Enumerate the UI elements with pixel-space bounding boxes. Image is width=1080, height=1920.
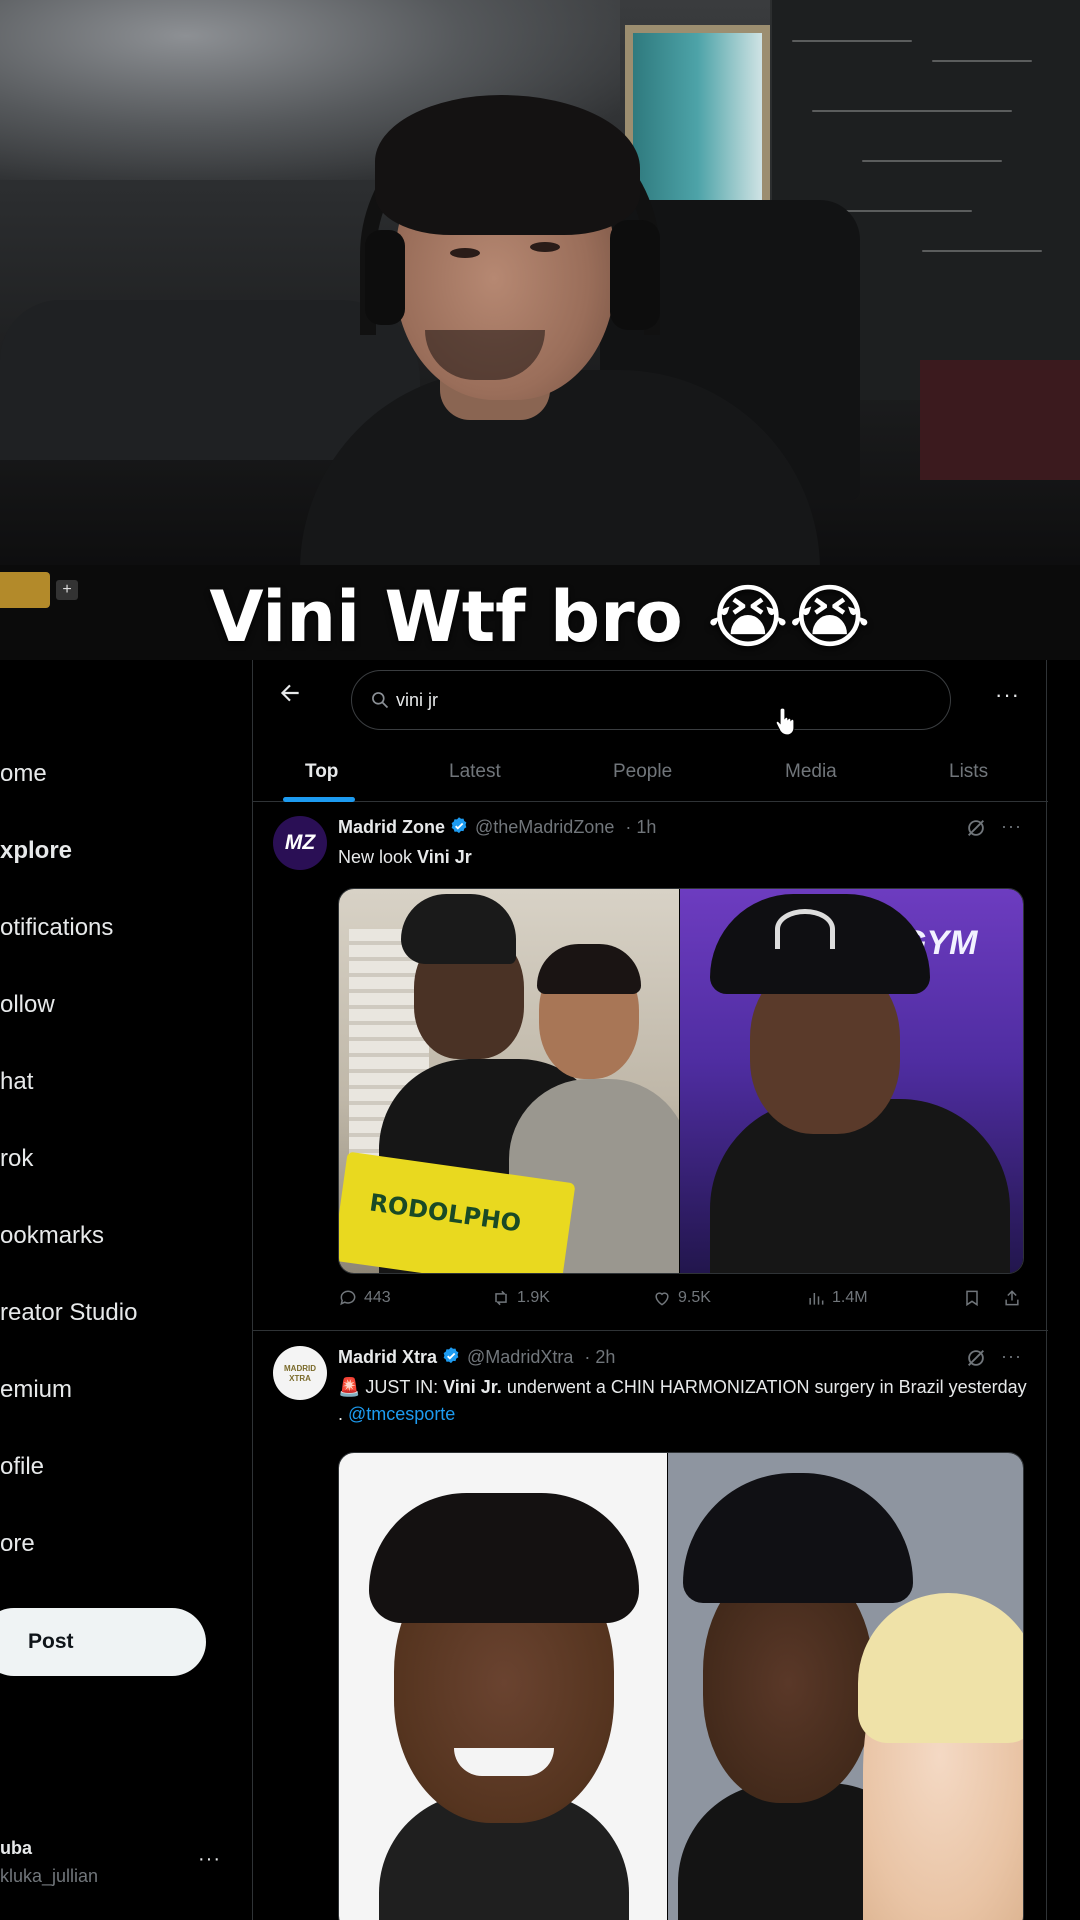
account-more-icon[interactable]: ··· [198, 1848, 221, 1871]
tweet-more-icon[interactable]: ··· [1001, 816, 1022, 837]
post-button[interactable]: Post [0, 1608, 206, 1676]
search-input[interactable] [396, 685, 916, 715]
repost-icon [495, 1290, 507, 1306]
tweet-actions: 443 1.9K 9.5K 1.4M [338, 1288, 1028, 1318]
account-handle[interactable]: kluka_jullian [0, 1866, 98, 1887]
video-caption: Vini Wtf bro 😭😭 [209, 576, 871, 658]
search-bar[interactable] [351, 670, 951, 730]
tweet-text-bold: Vini Jr [417, 847, 472, 867]
like-button[interactable]: 9.5K [652, 1288, 711, 1308]
sidebar-item-premium[interactable]: emium [0, 1376, 72, 1404]
media-image-right[interactable]: GYM [680, 889, 1023, 1273]
search-icon [372, 692, 389, 709]
sidebar-item-grok[interactable]: rok [0, 1145, 33, 1173]
grok-icon[interactable] [965, 817, 987, 839]
author-handle[interactable]: @MadridXtra [467, 1347, 573, 1367]
headphone-left-cup [365, 230, 405, 325]
tweet-text-part: New look [338, 847, 418, 867]
reply-count: 443 [364, 1289, 391, 1306]
sidebar-item-notifications[interactable]: otifications [0, 914, 113, 942]
author-name[interactable]: Madrid Zone [338, 817, 445, 837]
share-icon [1005, 1290, 1019, 1306]
sidebar-item-bookmarks[interactable]: ookmarks [0, 1222, 104, 1250]
mouse-cursor-icon [776, 707, 795, 736]
reply-icon [340, 1290, 356, 1306]
reply-button[interactable]: 443 [338, 1288, 391, 1308]
tweet[interactable]: MADRID XTRA Madrid Xtra @MadridXtra · 2h … [253, 1332, 1048, 1920]
bookmark-button[interactable] [962, 1288, 982, 1308]
webcam-feed [0, 0, 1080, 565]
tab-top[interactable]: Top [305, 742, 338, 802]
search-tabs: Top Latest People Media Lists [253, 742, 1048, 802]
tweet-text-part: JUST IN: [360, 1377, 444, 1397]
tweet-author[interactable]: Madrid Xtra @MadridXtra · 2h [338, 1346, 615, 1368]
repost-count: 1.9K [517, 1289, 550, 1306]
sidebar: ome xplore otifications ollow hat rok oo… [0, 660, 252, 1920]
views-button[interactable]: 1.4M [806, 1288, 868, 1308]
window [625, 25, 770, 210]
siren-emoji: 🚨 [338, 1377, 361, 1397]
avatar[interactable]: MZ [273, 816, 327, 870]
grok-icon[interactable] [965, 1347, 987, 1369]
tweet-media[interactable] [338, 1452, 1024, 1920]
tweet-media[interactable]: RODOLPHO GYM [338, 888, 1024, 1274]
tab-lists[interactable]: Lists [949, 742, 988, 802]
media-image-left[interactable] [339, 1453, 667, 1920]
tab-latest[interactable]: Latest [449, 742, 501, 802]
author-name[interactable]: Madrid Xtra [338, 1347, 437, 1367]
sidebar-item-explore[interactable]: xplore [0, 837, 72, 865]
sidebar-item-follow[interactable]: ollow [0, 991, 55, 1019]
repost-button[interactable]: 1.9K [491, 1288, 550, 1308]
more-options-icon[interactable]: ··· [995, 682, 1020, 708]
tweet-author[interactable]: Madrid Zone @theMadridZone · 1h [338, 816, 656, 838]
tweet-more-icon[interactable]: ··· [1001, 1346, 1022, 1367]
verified-badge-icon [451, 817, 467, 834]
account-name[interactable]: uba [0, 1838, 32, 1859]
sidebar-item-more[interactable]: ore [0, 1530, 35, 1558]
x-app-window: ome xplore otifications ollow hat rok oo… [0, 660, 1080, 1920]
shelf [920, 360, 1080, 480]
share-button[interactable] [1002, 1288, 1022, 1308]
sidebar-item-home[interactable]: ome [0, 760, 47, 788]
tab-media[interactable]: Media [785, 742, 837, 802]
views-count: 1.4M [832, 1289, 868, 1306]
tweet-text: New look Vini Jr [338, 844, 1028, 871]
views-icon [809, 1293, 824, 1305]
tweet-divider [253, 1330, 1048, 1331]
sidebar-item-creator-studio[interactable]: reator Studio [0, 1299, 137, 1327]
tweet-text-bold: Vini Jr. [443, 1377, 502, 1397]
sidebar-item-chat[interactable]: hat [0, 1068, 33, 1096]
tweet-time[interactable]: · 1h [625, 817, 656, 837]
person-hair [375, 95, 640, 235]
bookmark-icon [966, 1290, 978, 1307]
mention-link[interactable]: @tmcesporte [348, 1404, 455, 1424]
tweet-text: 🚨 JUST IN: Vini Jr. underwent a CHIN HAR… [338, 1374, 1028, 1428]
headphone-right-cup [610, 220, 660, 330]
tweet-time[interactable]: · 2h [584, 1347, 615, 1367]
avatar[interactable]: MADRID XTRA [273, 1346, 327, 1400]
like-count: 9.5K [678, 1289, 711, 1306]
back-arrow-icon[interactable] [277, 680, 305, 708]
author-handle[interactable]: @theMadridZone [475, 817, 614, 837]
sidebar-item-profile[interactable]: ofile [0, 1453, 44, 1481]
tweet[interactable]: MZ Madrid Zone @theMadridZone · 1h ··· Ne… [253, 802, 1048, 1328]
search-results-column: ··· Top Latest People Media Lists MZ Mad… [252, 660, 1048, 1920]
verified-badge-icon [443, 1347, 459, 1364]
heart-icon [655, 1292, 669, 1306]
tab-people[interactable]: People [613, 742, 672, 802]
media-image-right[interactable] [668, 1453, 1023, 1920]
media-image-left[interactable]: RODOLPHO [339, 889, 679, 1273]
